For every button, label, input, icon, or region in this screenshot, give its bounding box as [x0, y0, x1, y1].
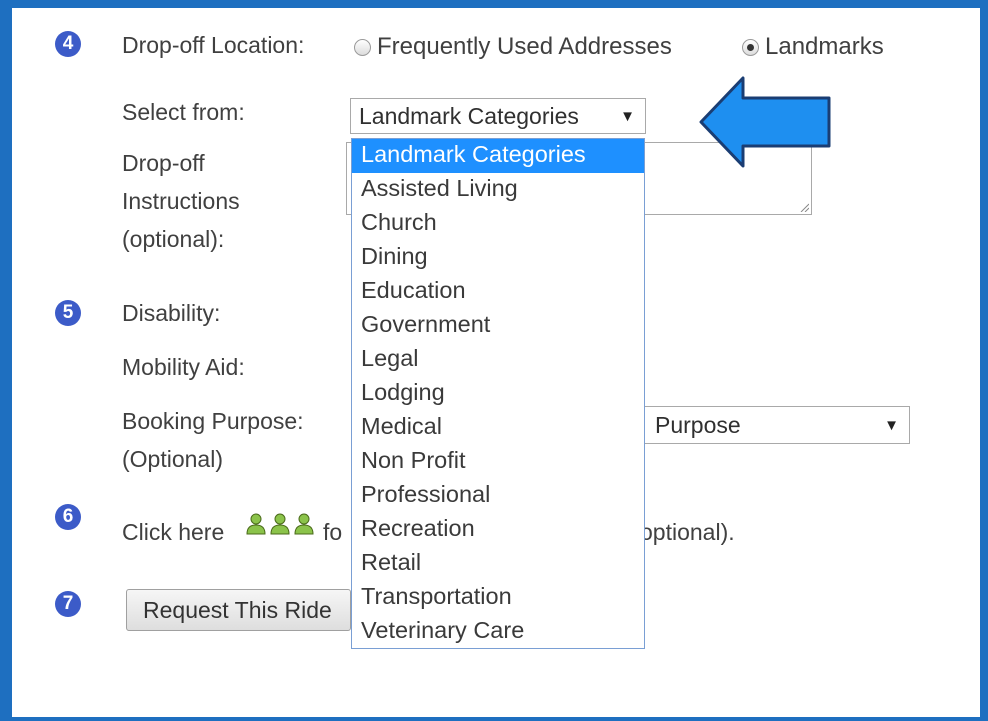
dropdown-option[interactable]: Lodging [352, 377, 644, 411]
dropdown-option[interactable]: Landmark Categories [352, 139, 644, 173]
dropdown-option[interactable]: Veterinary Care [352, 615, 644, 649]
mobility-aid-label: Mobility Aid: [122, 354, 245, 380]
dropdown-option[interactable]: Government [352, 309, 644, 343]
request-ride-button-label: Request This Ride [143, 596, 332, 623]
radio-landmarks-indicator[interactable] [742, 38, 759, 56]
people-icon[interactable] [245, 512, 317, 536]
dropdown-option[interactable]: Medical [352, 411, 644, 445]
disability-label: Disability: [122, 300, 221, 326]
dropoff-instructions-label-line3: (optional): [122, 226, 225, 252]
radio-landmarks[interactable]: Landmarks [742, 28, 884, 66]
dropdown-option[interactable]: Education [352, 275, 644, 309]
booking-purpose-select[interactable]: Purpose ▼ [600, 406, 910, 444]
landmark-category-select[interactable]: Landmark Categories ▼ [350, 98, 646, 134]
dropdown-option[interactable]: Professional [352, 479, 644, 513]
dropoff-instructions-label-line2: Instructions [122, 188, 240, 214]
step-4-badge: 4 [55, 31, 81, 57]
resize-grip-icon[interactable] [799, 202, 809, 212]
booking-purpose-label-line2: (Optional) [122, 446, 223, 472]
booking-purpose-select-value: Purpose [655, 411, 741, 438]
dropdown-option[interactable]: Transportation [352, 581, 644, 615]
dropdown-option[interactable]: Legal [352, 343, 644, 377]
dropdown-option[interactable]: Dining [352, 241, 644, 275]
chevron-down-icon: ▼ [884, 416, 899, 434]
radio-frequent-indicator[interactable] [354, 38, 371, 56]
passenger-text-fragment: fo [323, 519, 343, 545]
booking-purpose-label-line1: Booking Purpose: [122, 408, 304, 434]
dropdown-option[interactable]: Assisted Living [352, 173, 644, 207]
passenger-text-tail: optional). [640, 519, 735, 545]
radio-landmarks-label: Landmarks [765, 33, 884, 60]
radio-frequent-label: Frequently Used Addresses [377, 33, 672, 60]
click-here-text[interactable]: Click here [122, 519, 224, 546]
dropoff-location-label: Drop-off Location: [122, 32, 305, 58]
select-from-label: Select from: [122, 99, 245, 125]
chevron-down-icon: ▼ [620, 107, 635, 125]
dropdown-option[interactable]: Church [352, 207, 644, 241]
left-arrow-icon [699, 76, 831, 168]
dropdown-option[interactable]: Retail [352, 547, 644, 581]
step-6-badge: 6 [55, 504, 81, 530]
step-7-badge: 7 [55, 591, 81, 617]
dropdown-option[interactable]: Recreation [352, 513, 644, 547]
dropdown-option[interactable]: Non Profit [352, 445, 644, 479]
dropoff-instructions-label-line1: Drop-off [122, 150, 205, 176]
landmark-category-dropdown[interactable]: Landmark Categories Assisted Living Chur… [351, 138, 645, 649]
radio-frequent-addresses[interactable]: Frequently Used Addresses [354, 28, 672, 66]
request-ride-button[interactable]: Request This Ride [126, 589, 351, 631]
landmark-category-select-value: Landmark Categories [359, 102, 579, 129]
step-5-badge: 5 [55, 300, 81, 326]
